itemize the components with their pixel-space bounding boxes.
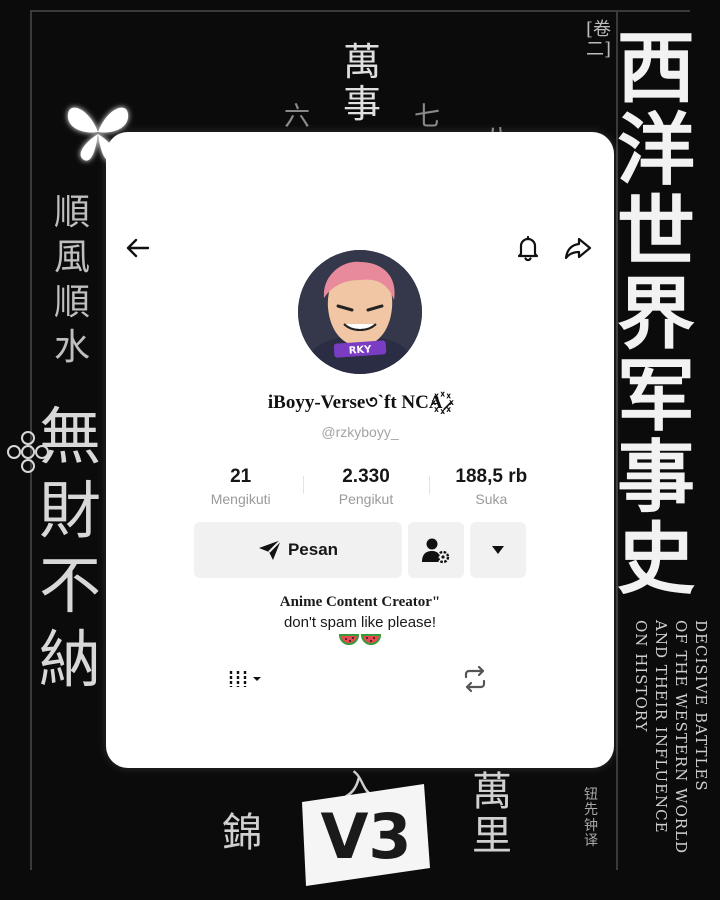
stat-followers[interactable]: 2.330 Pengikut xyxy=(303,466,428,510)
poster-char-bottom-right: 萬里 xyxy=(472,769,512,859)
poster-english-line: ON HISTORY xyxy=(632,620,650,733)
stat-likes-label: Suka xyxy=(475,491,508,507)
poster-title-chinese: 西洋世界军事史 xyxy=(616,23,695,606)
display-name: iBoyy-Verse৩`ft NCA꙰⸝ xyxy=(267,392,453,413)
tab-reposts[interactable] xyxy=(460,664,490,694)
poster-english-title: DECISIVE BATTLES OF THE WESTERN WORLD AN… xyxy=(622,620,712,870)
message-button-label: Pesan xyxy=(287,540,339,559)
stat-followers-value: 2.330 xyxy=(342,466,390,487)
poster-char-seven: 七 xyxy=(414,102,441,132)
share-button[interactable] xyxy=(562,232,594,264)
poster-translator: 钮先钟 译 xyxy=(584,787,598,850)
v3-logo-text: V3 xyxy=(320,800,411,873)
poster-char-bottom-left: 錦 xyxy=(222,810,262,856)
stat-likes: 188,5 rb Suka xyxy=(428,466,554,510)
back-button[interactable] xyxy=(122,232,154,264)
more-options-button[interactable] xyxy=(470,522,526,578)
bio-line-title: Anime Content Creator" xyxy=(279,594,441,610)
repost-icon xyxy=(464,665,486,693)
poster-volume-label: [卷二] xyxy=(586,19,612,60)
v3-logo-icon: V3 xyxy=(302,784,430,886)
poster-top-calligraphy: 萬事 xyxy=(342,40,381,126)
poster-small-calligraphy: 順風順水 xyxy=(53,192,90,368)
avatar-badge-text: RKY xyxy=(348,344,372,357)
bio-line-text: don't spam like please! xyxy=(283,614,437,631)
watermelon-icon xyxy=(361,634,381,645)
friends-settings-button[interactable] xyxy=(408,522,464,578)
message-button[interactable]: Pesan xyxy=(194,522,402,578)
poster-english-line: OF THE WESTERN WORLD xyxy=(672,620,690,855)
profile-bio: Anime Content Creator" don't spam like p… xyxy=(106,594,614,652)
video-grid-icon xyxy=(229,671,261,687)
stat-following[interactable]: 21 Mengikuti xyxy=(178,466,303,510)
stat-followers-label: Pengikut xyxy=(338,491,394,507)
profile-card: RKY iBoyy-Verse৩`ft NCA꙰⸝ @rzkyboyy_ 21 … xyxy=(106,132,614,768)
watermelon-icon xyxy=(339,634,359,645)
poster-english-line: AND THEIR INFLUENCE xyxy=(652,620,670,834)
profile-stats: 21 Mengikuti 2.330 Pengikut 188,5 rb Suk… xyxy=(178,466,554,510)
send-icon xyxy=(258,539,282,560)
content-tabs xyxy=(106,664,614,694)
stat-following-value: 21 xyxy=(230,466,252,487)
username: @rzkyboyy_ xyxy=(321,424,399,440)
notification-bell-button[interactable] xyxy=(512,232,544,264)
bell-icon xyxy=(517,235,539,262)
poster-char-six: 六 xyxy=(284,102,311,132)
profile-actions: Pesan xyxy=(194,522,526,578)
lotus-ornament-icon xyxy=(7,431,49,473)
poster-english-line: DECISIVE BATTLES xyxy=(692,620,710,792)
user-settings-icon xyxy=(422,538,450,564)
arrow-left-icon xyxy=(126,238,150,258)
anime-avatar-image: RKY xyxy=(298,250,422,374)
stat-following-label: Mengikuti xyxy=(210,491,271,507)
tab-videos[interactable] xyxy=(226,664,270,694)
share-arrow-icon xyxy=(564,237,592,260)
avatar[interactable]: RKY xyxy=(298,250,422,374)
poster-frame-top xyxy=(30,10,690,12)
caret-down-icon xyxy=(492,546,504,554)
watermelon-emoji-icon xyxy=(106,632,614,652)
stat-likes-value: 188,5 rb xyxy=(455,466,528,487)
